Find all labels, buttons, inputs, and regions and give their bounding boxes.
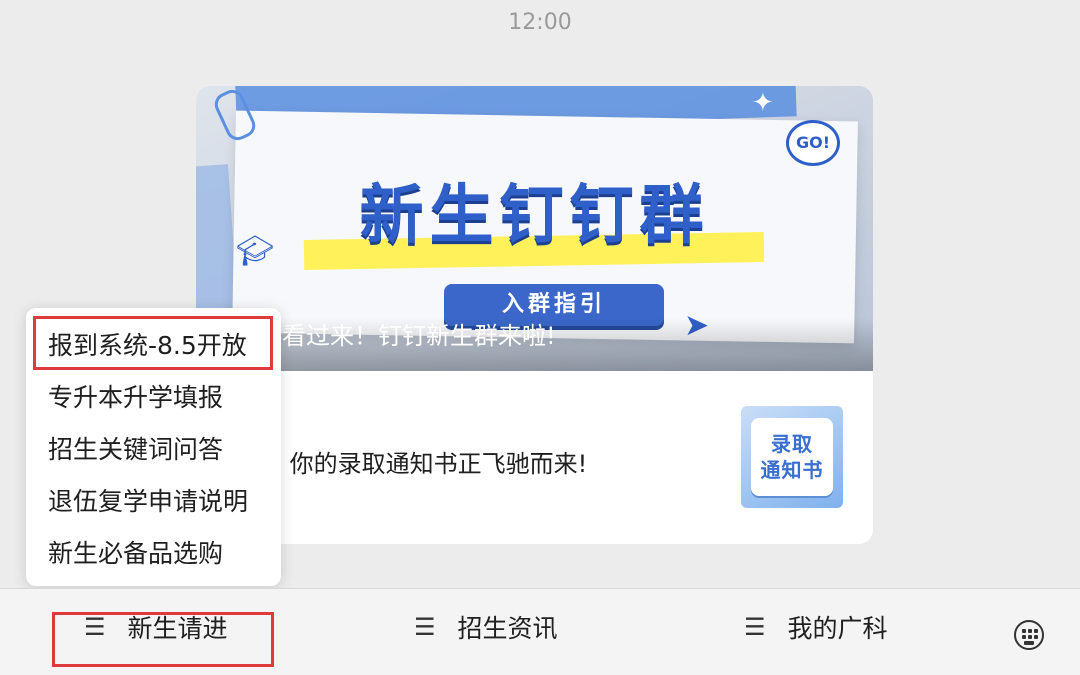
menu-icon: ☰ — [744, 613, 766, 641]
article-summary[interactable]: ！ 你的录取通知书正飞驰而来! — [258, 444, 587, 479]
cover-caption-text: 学看过来！钉钉新生群来啦! — [258, 322, 556, 350]
tab-admission-news-label: 招生资讯 — [457, 614, 558, 643]
status-time: 12:00 — [508, 10, 572, 35]
popup-item-essentials-shopping[interactable]: 新生必备品选购 — [48, 534, 223, 570]
thumbnail-label: 录取 通知书 — [751, 418, 833, 496]
keyboard-icon[interactable] — [1014, 620, 1044, 650]
menu-icon: ☰ — [414, 613, 436, 641]
thumbnail-line1: 录取 — [771, 432, 813, 456]
popup-item-veteran-resume[interactable]: 退伍复学申请说明 — [48, 482, 248, 518]
highlight-box-registration — [33, 316, 273, 370]
highlight-box-freshman-tab — [52, 612, 274, 667]
popup-item-admission-qa[interactable]: 招生关键词问答 — [48, 430, 223, 466]
popup-item-upgrade-application[interactable]: 专升本升学填报 — [48, 378, 223, 414]
cover-title: 新生钉钉群 — [359, 179, 710, 253]
go-badge-icon: GO! — [786, 120, 840, 166]
tab-my-school-label: 我的广科 — [787, 614, 888, 643]
tab-admission-news[interactable]: ☰ 招生资讯 — [414, 605, 558, 649]
tab-my-school[interactable]: ☰ 我的广科 — [744, 605, 888, 649]
sparkle-icon: ✦ — [752, 88, 774, 118]
article-thumbnail[interactable]: 录取 通知书 — [741, 406, 843, 508]
thumbnail-line2: 通知书 — [760, 458, 824, 482]
graduation-cap-icon: 🎓︎ — [236, 234, 275, 269]
